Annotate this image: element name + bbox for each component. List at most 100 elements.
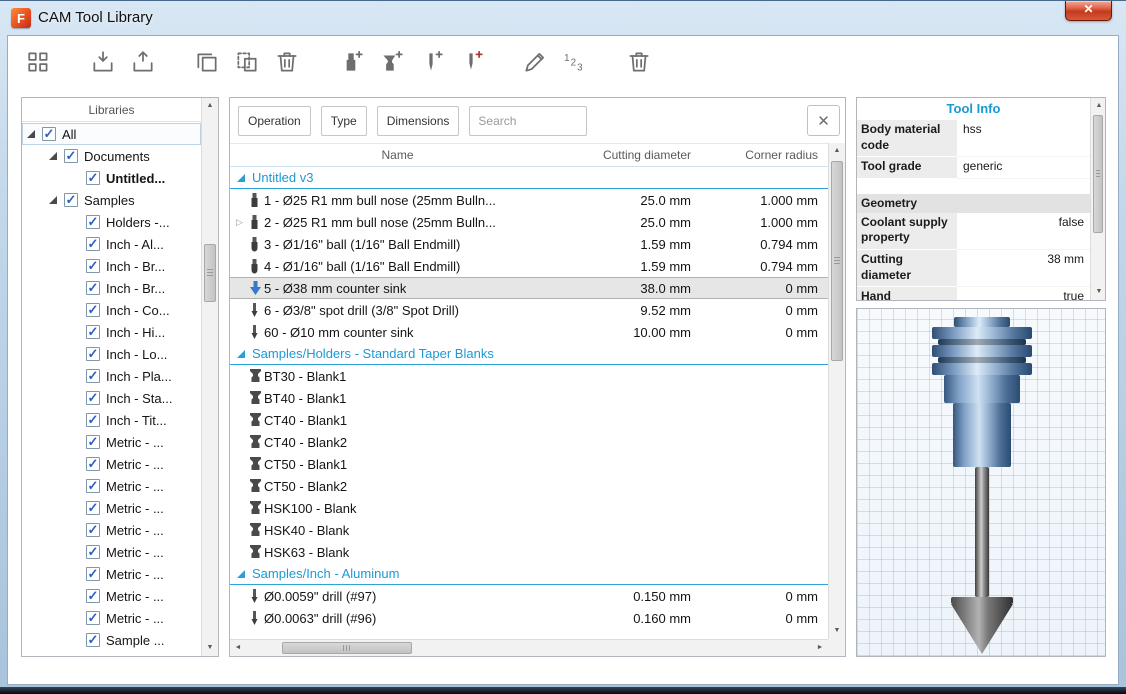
tool-row[interactable]: BT30 - Blank1 xyxy=(230,365,828,387)
library-item[interactable]: ✓ Inch - Pla... xyxy=(22,365,201,387)
tool-row[interactable]: CT50 - Blank2 xyxy=(230,475,828,497)
tool-row[interactable]: 60 - Ø10 mm counter sink 10.00 mm 0 mm xyxy=(230,321,828,343)
tool-row[interactable]: CT50 - Blank1 xyxy=(230,453,828,475)
scroll-right-icon[interactable]: ► xyxy=(812,640,828,656)
checkbox[interactable]: ✓ xyxy=(86,259,100,273)
libraries-scrollbar[interactable]: ▲ ▼ xyxy=(201,98,218,656)
checkbox[interactable]: ✓ xyxy=(42,127,56,141)
property-row[interactable]: Tool grade generic xyxy=(857,157,1090,179)
library-item[interactable]: ✓ Documents xyxy=(22,145,201,167)
checkbox[interactable]: ✓ xyxy=(86,215,100,229)
group-expanded-icon[interactable] xyxy=(237,349,245,358)
tool-row[interactable]: HSK100 - Blank xyxy=(230,497,828,519)
tool-preview[interactable] xyxy=(856,308,1106,657)
library-item[interactable]: ✓ Untitled... xyxy=(22,167,201,189)
tool-row[interactable]: 1 - Ø25 R1 mm bull nose (25mm Bulln... 25… xyxy=(230,189,828,211)
scroll-up-icon[interactable]: ▲ xyxy=(829,143,845,159)
checkbox[interactable]: ✓ xyxy=(86,347,100,361)
tool-group-header[interactable]: Untitled v3 xyxy=(230,167,828,189)
add-mill-tool-button[interactable] xyxy=(333,44,369,80)
library-item[interactable]: ✓ Inch - Tit... xyxy=(22,409,201,431)
tool-group-header[interactable]: Samples/Inch - Aluminum xyxy=(230,563,828,585)
checkbox[interactable]: ✓ xyxy=(86,633,100,647)
export-library-button[interactable] xyxy=(125,44,161,80)
checkbox[interactable]: ✓ xyxy=(86,303,100,317)
library-item[interactable]: ✓ Metric - ... xyxy=(22,541,201,563)
library-item[interactable]: ✓ Metric - ... xyxy=(22,563,201,585)
tool-row[interactable]: HSK40 - Blank xyxy=(230,519,828,541)
tool-group-header[interactable]: Samples/Holders - Standard Taper Blanks xyxy=(230,343,828,365)
tree-expanded-icon[interactable] xyxy=(49,152,57,160)
checkbox[interactable]: ✓ xyxy=(86,413,100,427)
library-item[interactable]: ✓ Holders -... xyxy=(22,211,201,233)
tools-scrollbar-vertical[interactable]: ▲ ▼ xyxy=(828,143,845,639)
scroll-down-icon[interactable]: ▼ xyxy=(1091,284,1107,300)
tool-row[interactable]: Ø0.0063" drill (#96) 0.160 mm 0 mm xyxy=(230,607,828,629)
column-name[interactable]: Name xyxy=(230,148,565,162)
add-turning-tool-button[interactable] xyxy=(413,44,449,80)
add-drill-tool-button[interactable] xyxy=(453,44,489,80)
library-item[interactable]: ✓ Metric - ... xyxy=(22,497,201,519)
tools-scrollbar-horizontal[interactable]: ◄ ► xyxy=(230,639,828,656)
tool-row[interactable]: HSK63 - Blank xyxy=(230,541,828,563)
tree-expanded-icon[interactable] xyxy=(27,130,35,138)
tool-row[interactable]: 6 - Ø3/8" spot drill (3/8" Spot Drill) 9.… xyxy=(230,299,828,321)
library-item[interactable]: ✓ Inch - Hi... xyxy=(22,321,201,343)
checkbox[interactable]: ✓ xyxy=(86,479,100,493)
close-button[interactable]: ✕ xyxy=(1065,1,1112,21)
checkbox[interactable]: ✓ xyxy=(86,501,100,515)
library-item[interactable]: ✓ Metric - ... xyxy=(22,475,201,497)
property-row[interactable]: Coolant supply property false xyxy=(857,212,1090,250)
library-item[interactable]: ✓ Samples xyxy=(22,189,201,211)
library-item[interactable]: ✓ Inch - Br... xyxy=(22,255,201,277)
checkbox[interactable]: ✓ xyxy=(86,457,100,471)
search-input[interactable] xyxy=(469,105,588,136)
import-library-button[interactable] xyxy=(85,44,121,80)
tool-row[interactable]: 3 - Ø1/16" ball (1/16" Ball Endmill) 1.59… xyxy=(230,233,828,255)
tools-hscrollbar-thumb[interactable] xyxy=(282,642,412,654)
title-bar[interactable]: F CAM Tool Library ✕ xyxy=(0,1,1126,35)
tool-row[interactable]: 5 - Ø38 mm counter sink 38.0 mm 0 mm xyxy=(230,277,828,299)
checkbox[interactable]: ✓ xyxy=(86,171,100,185)
library-item[interactable]: ✓ Metric - ... xyxy=(22,585,201,607)
checkbox[interactable]: ✓ xyxy=(86,545,100,559)
scroll-left-icon[interactable]: ◄ xyxy=(230,640,246,656)
property-row[interactable]: Body material code hss xyxy=(857,120,1090,158)
copy-tool-button[interactable] xyxy=(189,44,225,80)
library-item[interactable]: ✓ Metric - ... xyxy=(22,453,201,475)
library-item[interactable]: ✓ Metric - ... xyxy=(22,607,201,629)
tool-row[interactable]: 4 - Ø1/16" ball (1/16" Ball Endmill) 1.59… xyxy=(230,255,828,277)
filter-operation-button[interactable]: Operation xyxy=(238,105,311,136)
checkbox[interactable]: ✓ xyxy=(86,589,100,603)
new-library-button[interactable] xyxy=(21,44,57,80)
checkbox[interactable]: ✓ xyxy=(86,369,100,383)
group-expanded-icon[interactable] xyxy=(237,173,245,182)
libraries-scrollbar-thumb[interactable] xyxy=(204,244,216,302)
library-item[interactable]: ✓ Sample ... xyxy=(22,629,201,651)
filter-dimensions-button[interactable]: Dimensions xyxy=(376,105,460,136)
tool-info-scrollbar[interactable]: ▲ ▼ xyxy=(1090,98,1105,300)
tool-row[interactable]: ▷ 2 - Ø25 R1 mm bull nose (25mm Bulln... 2… xyxy=(230,211,828,233)
tool-row[interactable]: CT40 - Blank2 xyxy=(230,431,828,453)
library-item[interactable]: ✓ Metric - ... xyxy=(22,431,201,453)
scroll-down-icon[interactable]: ▼ xyxy=(829,623,845,639)
checkbox[interactable]: ✓ xyxy=(86,325,100,339)
group-expanded-icon[interactable] xyxy=(237,569,245,578)
checkbox[interactable]: ✓ xyxy=(86,281,100,295)
filter-type-button[interactable]: Type xyxy=(320,105,367,136)
checkbox[interactable]: ✓ xyxy=(86,435,100,449)
property-row[interactable]: Cutting diameter 38 mm xyxy=(857,249,1090,288)
checkbox[interactable]: ✓ xyxy=(86,391,100,405)
library-item[interactable]: ✓ Inch - Br... xyxy=(22,277,201,299)
library-item[interactable]: ✓ Inch - Sta... xyxy=(22,387,201,409)
checkbox[interactable]: ✓ xyxy=(64,193,78,207)
row-expander-icon[interactable]: ▷ xyxy=(236,217,249,227)
add-holder-button[interactable] xyxy=(373,44,409,80)
checkbox[interactable]: ✓ xyxy=(64,149,78,163)
checkbox[interactable]: ✓ xyxy=(86,523,100,537)
renumber-tools-button[interactable]: 123 xyxy=(557,44,593,80)
column-corner-radius[interactable]: Corner radius xyxy=(695,148,828,162)
library-item[interactable]: ✓ All xyxy=(22,123,201,145)
delete-tool-button[interactable] xyxy=(621,44,657,80)
tool-row[interactable]: BT40 - Blank1 xyxy=(230,387,828,409)
